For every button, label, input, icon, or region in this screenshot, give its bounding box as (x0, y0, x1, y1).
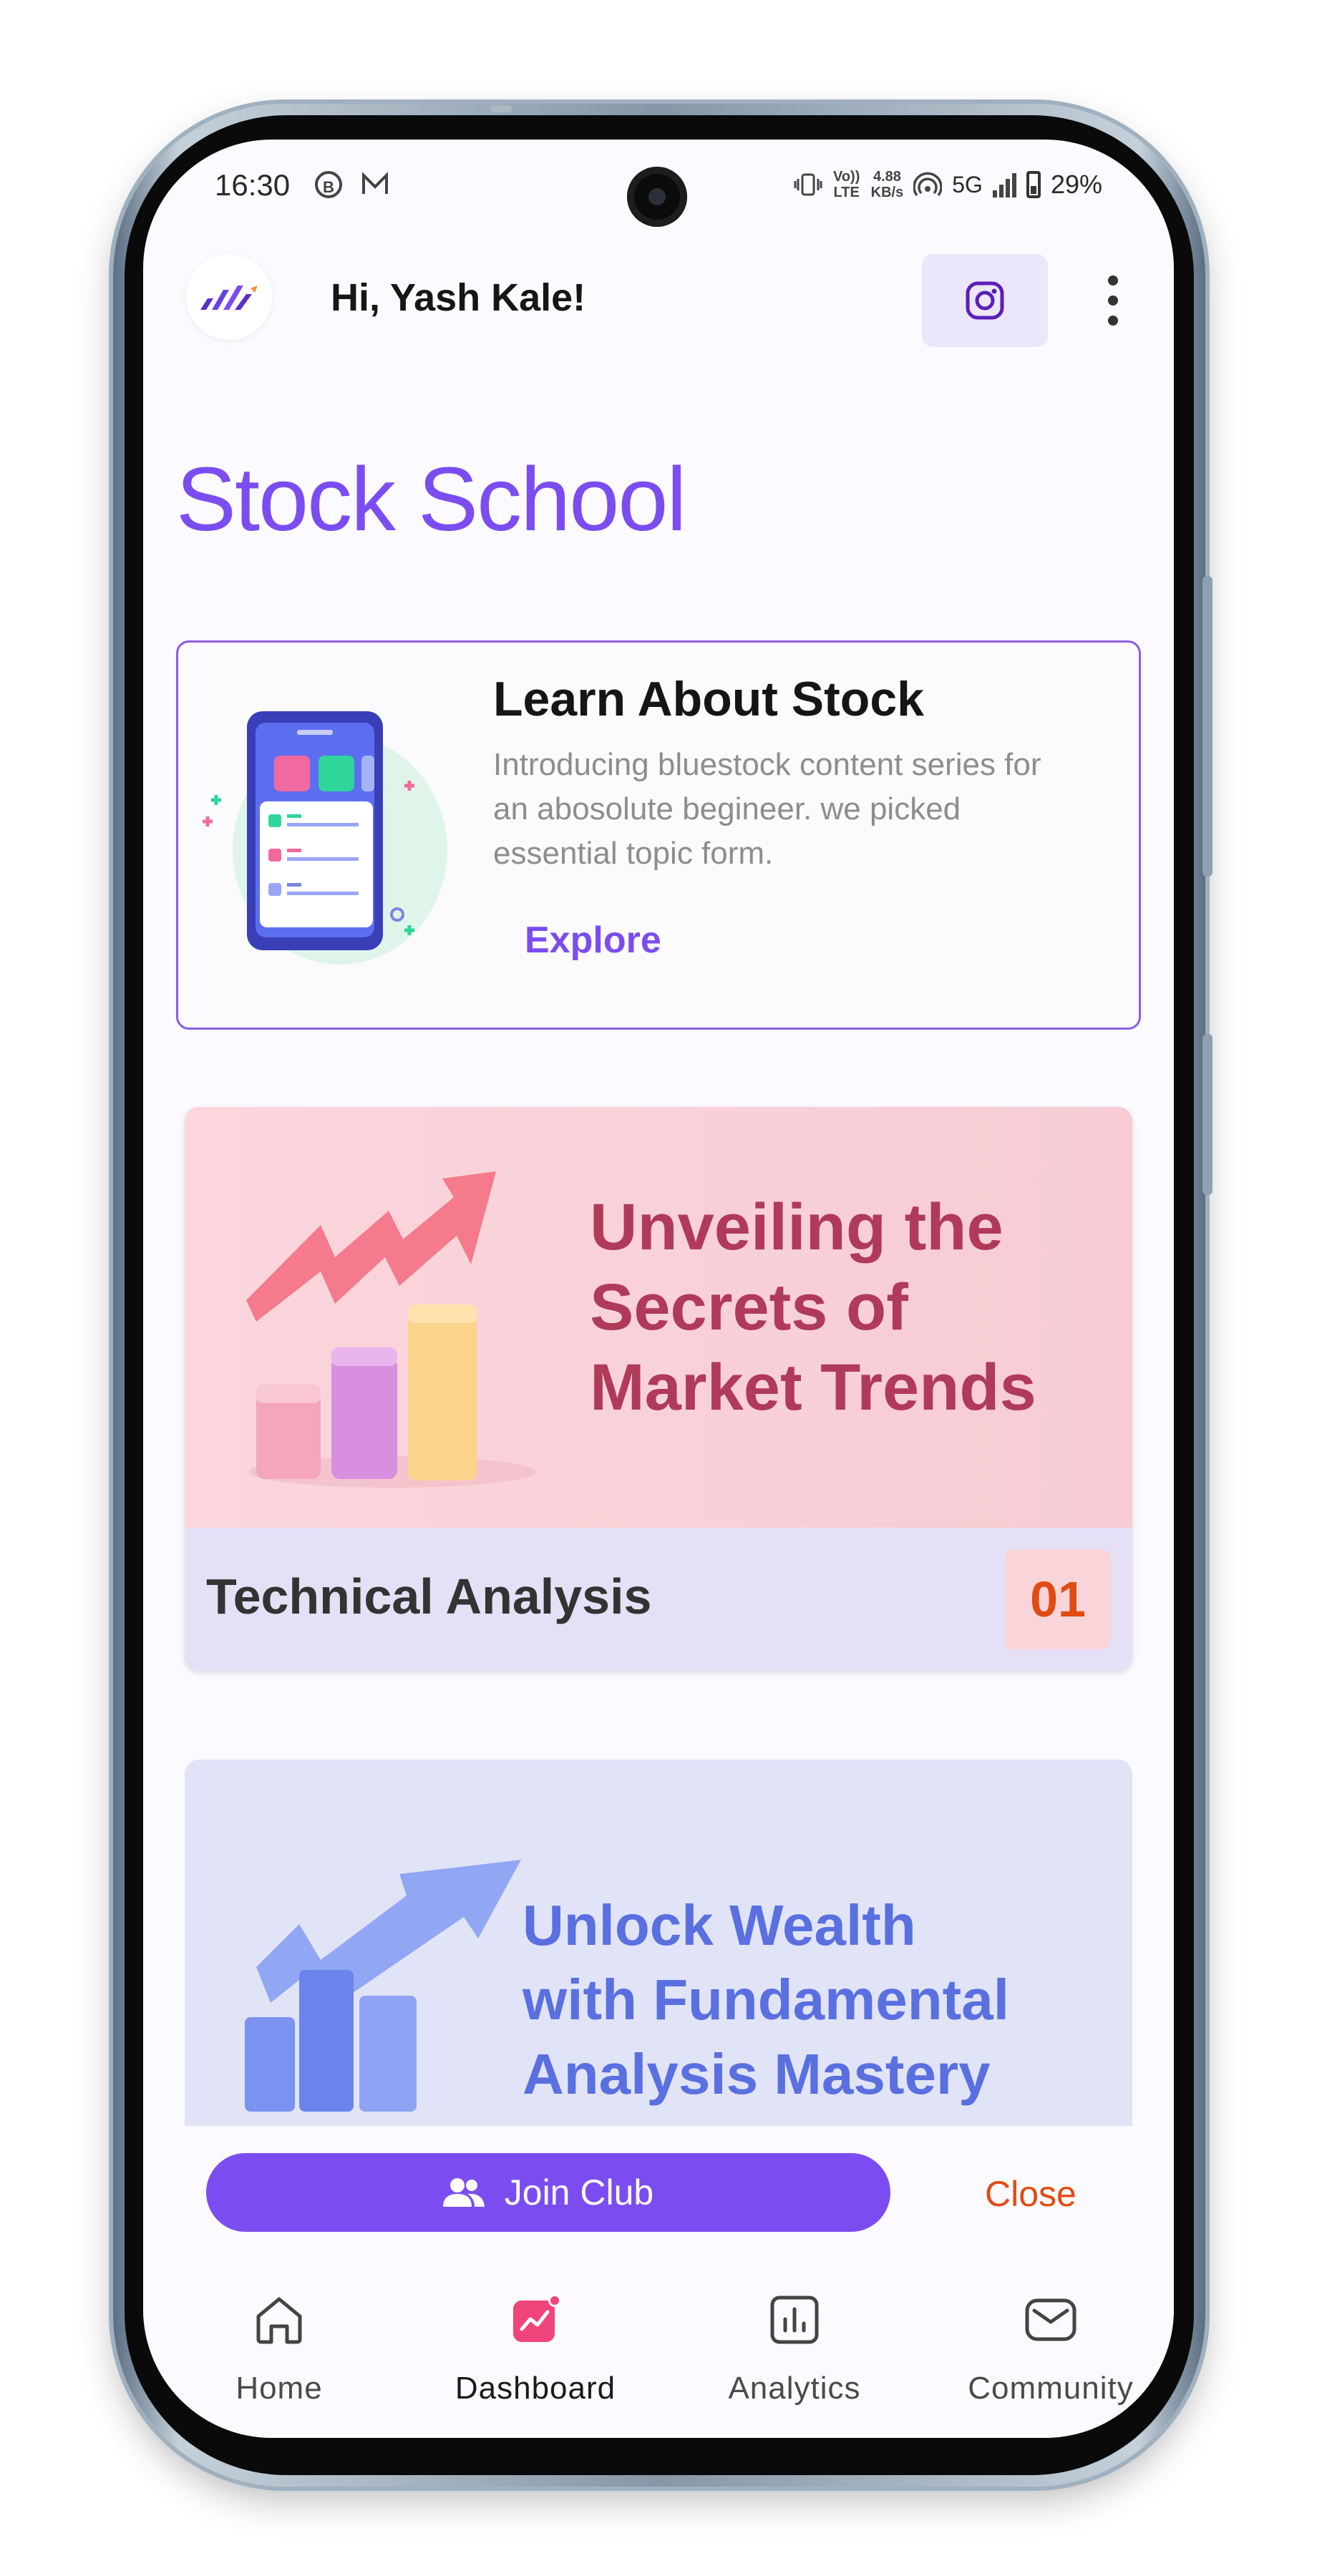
learn-card-title: Learn About Stock (493, 672, 924, 726)
learn-about-stock-card[interactable]: Learn About Stock Introducing bluestock … (176, 640, 1141, 1030)
explore-link[interactable]: Explore (525, 919, 661, 962)
nav-dashboard[interactable]: Dashboard (414, 2256, 657, 2428)
greeting-text: Hi, Yash Kale! (331, 276, 586, 319)
nav-community[interactable]: Community (929, 2256, 1172, 2428)
net-speed: 4.88 KB/s (871, 169, 904, 200)
home-icon (256, 2297, 302, 2344)
status-right-icons: Vo)) LTE 4.88 KB/s 5G 29% (794, 165, 1102, 204)
volte-icon: Vo)) LTE (832, 169, 860, 200)
phone-illustration-icon (203, 711, 447, 965)
banner-line: with Fundamental (523, 1968, 1009, 2031)
course-banner: Unveiling the Secrets of Market Trends (185, 1107, 1132, 1528)
banner-line: Unlock Wealth (523, 1893, 916, 1957)
b-circle-icon: B (315, 171, 342, 198)
course-banner-title: Unlock Wealth with Fundamental Analysis … (523, 1888, 1009, 2112)
nav-dashboard-label: Dashboard (455, 2371, 616, 2406)
community-mail-icon (1025, 2298, 1077, 2341)
net-speed-value: 4.88 (873, 169, 901, 185)
course-card-fundamental-analysis[interactable]: Unlock Wealth with Fundamental Analysis … (185, 1760, 1132, 2189)
banner-line: Analysis Mastery (523, 2042, 991, 2106)
learn-card-description: Introducing bluestock content series for… (493, 747, 1041, 871)
dashboard-chart-icon (513, 2294, 561, 2342)
bar-chart-illustration-icon (246, 1171, 535, 1488)
battery-level: 29% (1050, 170, 1102, 199)
nav-home[interactable]: Home (157, 2256, 401, 2428)
logo-bars-icon (200, 286, 258, 310)
signal-icon (992, 172, 1016, 197)
more-vertical-icon[interactable] (1098, 268, 1127, 333)
app-screen: 16:30 B Vo)) LTE 4.88 KB/s 5G 29% Hi, Ya… (143, 140, 1174, 2438)
mail-icon (362, 172, 388, 194)
users-icon (442, 2178, 485, 2207)
net-speed-unit: KB/s (870, 185, 904, 200)
join-club-bar: Join Club Close (143, 2126, 1174, 2233)
vibrate-icon (794, 173, 822, 196)
banner-line: Secrets of (590, 1271, 908, 1344)
bar-chart-illustration-icon (245, 1860, 521, 2112)
join-club-label: Join Club (504, 2172, 654, 2212)
phone-top-slot (490, 105, 512, 112)
course-name: Technical Analysis (206, 1568, 652, 1624)
status-time: 16:30 (215, 168, 291, 202)
banner-line: Market Trends (590, 1351, 1036, 1424)
battery-icon (1026, 171, 1041, 198)
bottom-navigation: Home Dashboard Analytics Community (143, 2256, 1174, 2438)
course-banner-title: Unveiling the Secrets of Market Trends (590, 1187, 1036, 1428)
close-button[interactable]: Close (985, 2173, 1077, 2215)
volume-button (1202, 576, 1212, 877)
nav-analytics[interactable]: Analytics (673, 2256, 916, 2428)
course-number-badge: 01 (1005, 1549, 1111, 1649)
instagram-button[interactable] (922, 254, 1048, 347)
page-title: Stock School (176, 449, 686, 550)
banner-line: Unveiling the (590, 1191, 1003, 1264)
analytics-icon (770, 2296, 819, 2344)
nav-analytics-label: Analytics (728, 2371, 861, 2406)
network-type: 5G (952, 171, 983, 197)
front-camera (627, 167, 687, 227)
power-button (1202, 1034, 1212, 1195)
app-logo[interactable] (186, 254, 272, 340)
status-bar: 16:30 B Vo)) LTE 4.88 KB/s 5G 29% (143, 140, 1174, 247)
hotspot-icon (913, 172, 943, 197)
nav-home-label: Home (235, 2371, 323, 2406)
instagram-icon (966, 281, 1004, 320)
nav-community-label: Community (968, 2371, 1134, 2406)
course-footer: Technical Analysis 01 (185, 1528, 1132, 1671)
course-card-technical-analysis[interactable]: Unveiling the Secrets of Market Trends T… (185, 1107, 1132, 1671)
join-club-button[interactable]: Join Club (206, 2153, 890, 2232)
